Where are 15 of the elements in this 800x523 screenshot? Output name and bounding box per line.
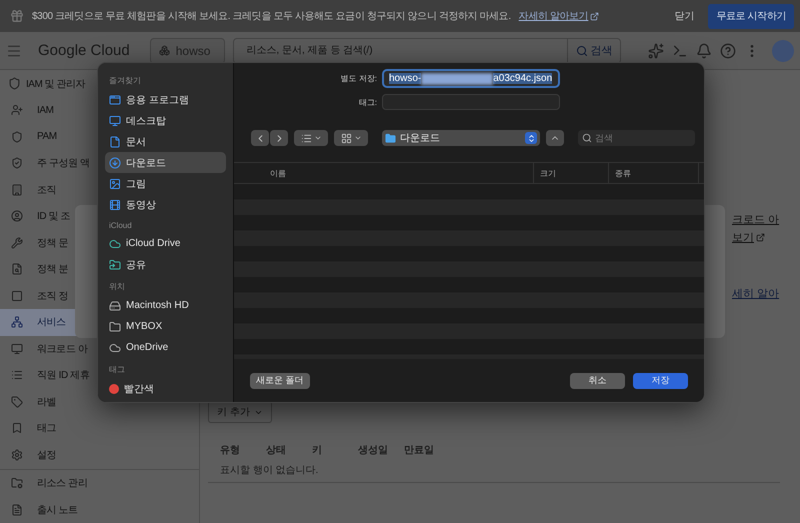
column-header: 생성일 (358, 444, 389, 457)
tags-label: 태그: (358, 96, 377, 108)
sidebar-section-title: 위치 (108, 281, 126, 293)
column-header: 만료일 (404, 444, 435, 457)
sidebar-section-title: iCloud (108, 220, 133, 232)
save-as-label: 별도 저장: (340, 73, 377, 84)
column-header: 유형 (220, 444, 241, 457)
nav-title-text: IAM 및 관리자 (26, 78, 85, 90)
column-header: 상태 (266, 444, 287, 457)
banner-text: $300 크레딧으로 무료 체험판을 시작해 보세요. 크레딧을 모두 사용해도 요금이 청구되지 않으니 걱정하지 마세요. (32, 10, 511, 23)
empty-table-message: 표시할 행이 없습니다. (208, 457, 780, 483)
sidebar-section-title: 즐겨찾기 (108, 75, 142, 87)
column-header: 키 (312, 444, 323, 457)
sidebar-section-title: 태그 (108, 364, 126, 376)
logo: Google Cloud (38, 42, 130, 59)
